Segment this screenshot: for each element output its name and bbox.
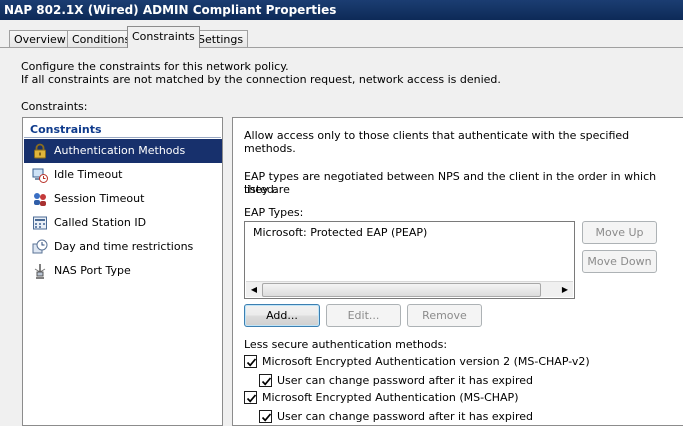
clock-icon	[32, 239, 48, 255]
tab-constraints[interactable]: Constraints	[127, 26, 200, 48]
mschapv2-change-password-checkbox[interactable]	[259, 374, 272, 387]
mschap-checkbox[interactable]	[244, 391, 257, 404]
eap-note-line-2: listed.	[244, 183, 278, 196]
horizontal-scrollbar[interactable]: ◀ ▶	[246, 281, 573, 297]
mschapv2-change-password-label[interactable]: User can change password after it has ex…	[277, 374, 533, 387]
add-button[interactable]: Add...	[244, 304, 320, 327]
remove-button[interactable]: Remove	[407, 304, 482, 327]
constraint-nas-port-type[interactable]: NAS Port Type	[24, 259, 222, 283]
list-header: Constraints	[30, 123, 102, 136]
constraint-day-and-time-restrictions[interactable]: Day and time restrictions	[24, 235, 222, 259]
constraint-session-timeout[interactable]: Session Timeout	[24, 187, 222, 211]
tab-overview[interactable]: Overview	[9, 30, 71, 48]
idle-timeout-icon	[32, 167, 48, 183]
tab-settings[interactable]: Settings	[193, 30, 249, 48]
constraint-label: Session Timeout	[54, 192, 145, 205]
network-port-icon	[32, 263, 48, 279]
session-timeout-icon	[32, 191, 48, 207]
eap-types-label: EAP Types:	[244, 206, 304, 219]
constraint-label: Called Station ID	[54, 216, 147, 229]
intro-text: Configure the constraints for this netwo…	[21, 60, 501, 86]
constraints-label: Constraints:	[21, 100, 88, 113]
move-down-button[interactable]: Move Down	[582, 250, 657, 273]
list-header-divider	[24, 137, 221, 138]
constraint-label: NAS Port Type	[54, 264, 131, 277]
constraint-idle-timeout[interactable]: Idle Timeout	[24, 163, 222, 187]
constraint-label: Idle Timeout	[54, 168, 123, 181]
lock-icon	[32, 143, 48, 159]
eap-note-line-1: EAP types are negotiated between NPS and…	[244, 170, 657, 196]
scroll-right-icon[interactable]: ▶	[557, 282, 573, 298]
mschap-label[interactable]: Microsoft Encrypted Authentication (MS-C…	[262, 391, 518, 404]
constraint-label: Authentication Methods	[54, 144, 186, 157]
eap-types-list[interactable]: Microsoft: Protected EAP (PEAP) ◀ ▶	[244, 221, 575, 299]
constraint-label: Day and time restrictions	[54, 240, 194, 253]
constraint-called-station-id[interactable]: Called Station ID	[24, 211, 222, 235]
tab-conditions[interactable]: Conditions	[67, 30, 136, 48]
edit-button[interactable]: Edit...	[326, 304, 401, 327]
mschapv2-checkbox[interactable]	[244, 355, 257, 368]
move-up-button[interactable]: Move Up	[582, 221, 657, 244]
constraints-list[interactable]: Constraints Authentication Methods Idle …	[22, 117, 223, 426]
constraint-authentication-methods[interactable]: Authentication Methods	[24, 139, 222, 163]
auth-description: Allow access only to those clients that …	[244, 129, 630, 155]
intro-line-2: If all constraints are not matched by th…	[21, 73, 501, 86]
mschap-change-password-checkbox[interactable]	[259, 410, 272, 423]
window-title: NAP 802.1X (Wired) ADMIN Compliant Prope…	[0, 0, 683, 20]
intro-line-1: Configure the constraints for this netwo…	[21, 60, 289, 73]
scrollbar-thumb[interactable]	[262, 283, 541, 297]
less-secure-label: Less secure authentication methods:	[244, 338, 448, 351]
scroll-left-icon[interactable]: ◀	[246, 282, 262, 298]
eap-type-item[interactable]: Microsoft: Protected EAP (PEAP)	[253, 226, 427, 239]
mschap-change-password-label[interactable]: User can change password after it has ex…	[277, 410, 533, 423]
mschapv2-label[interactable]: Microsoft Encrypted Authentication versi…	[262, 355, 590, 368]
called-station-icon	[32, 215, 48, 231]
